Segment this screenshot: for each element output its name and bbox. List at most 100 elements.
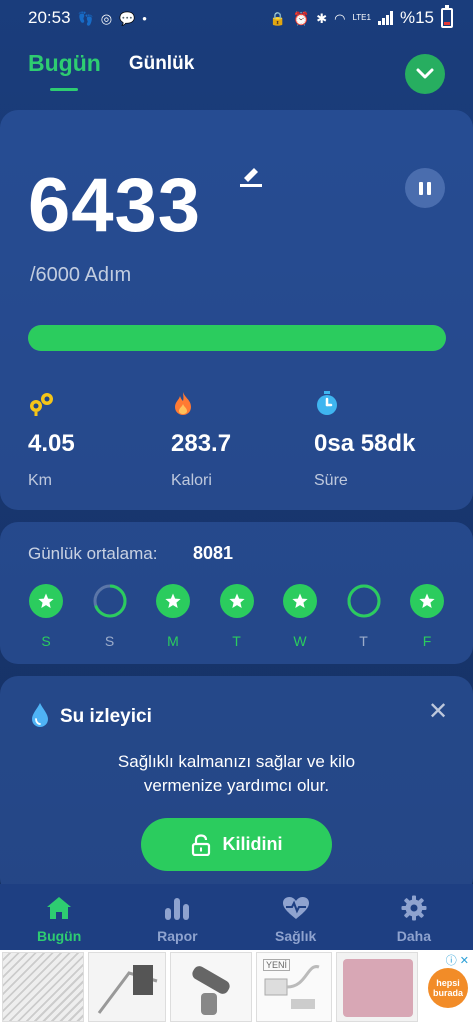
daily-average-value: 8081 [193, 543, 234, 563]
water-desc-line2: vermenize yardımcı olur. [143, 776, 330, 795]
step-progress-fill [28, 325, 446, 351]
day-label: T [232, 633, 241, 649]
distance-unit: Km [28, 472, 52, 489]
bluetooth-icon: ✱ [316, 10, 328, 26]
calorie-stat: 283.7 Kalori [171, 390, 231, 490]
tab-indicator [50, 88, 78, 91]
edit-icon[interactable] [238, 162, 264, 188]
day-indicator: W [282, 584, 318, 649]
steps-count: 6433 [28, 163, 202, 248]
day-label: S [41, 633, 51, 649]
dropdown-button[interactable] [405, 54, 445, 94]
daily-average-card[interactable]: Günlük ortalama: 8081 S S M T W T F [0, 522, 473, 664]
star-badge-icon [29, 584, 63, 618]
day-indicator: F [409, 584, 445, 649]
nav-item-report[interactable]: Rapor [132, 894, 222, 944]
alarm-status-icon: ⏰ [293, 10, 310, 26]
nav-item-health[interactable]: Sağlık [251, 894, 341, 944]
close-icon[interactable]: ✕ [428, 700, 448, 724]
day-indicator: M [155, 584, 191, 649]
network-label: LTE1 [352, 13, 371, 22]
flame-icon [175, 392, 191, 415]
laptop-stand-image [97, 965, 158, 1014]
battery-percent: %15 [399, 8, 434, 27]
tab-today[interactable]: Bugün [28, 50, 101, 91]
unlock-button[interactable]: Kilidini [141, 818, 332, 871]
duration-value: 0sa 58dk [314, 430, 416, 457]
chat-status-icon: 💬 [119, 10, 136, 26]
day-label: S [104, 633, 115, 649]
calorie-value: 283.7 [171, 430, 232, 457]
nav-item-more[interactable]: Daha [369, 894, 459, 944]
progress-ring-icon [347, 584, 380, 618]
mousepad-image [343, 959, 413, 1017]
lock-icon [191, 833, 210, 856]
duration-unit: Süre [314, 472, 348, 489]
chevron-down-icon [416, 68, 434, 79]
nav-label-report: Rapor [157, 928, 198, 944]
status-bar: 20:53 👣 ◎ 💬 • 🔒 ⏰ ✱ ◠ LTE1 %15 [0, 0, 473, 36]
star-badge-icon [156, 584, 190, 618]
distance-value: 4.05 [28, 430, 75, 457]
bottom-navigation: Bugün Rapor Sağlık Daha [0, 884, 473, 950]
stopwatch-icon [317, 391, 337, 415]
home-icon [47, 897, 72, 919]
steps-card: 6433 /6000 Adım 4.05 Km 283.7 Kalori 0sa… [0, 110, 473, 510]
water-desc-line1: Sağlıklı kalmanızı sağlar ve kilo [117, 752, 356, 771]
day-label: M [167, 633, 179, 649]
ad-product-1[interactable] [2, 952, 84, 1022]
day-label: T [359, 633, 368, 649]
dot-status-icon: • [142, 10, 147, 26]
ad-logo-line2: burada [432, 988, 463, 998]
water-tracker-card: Su izleyici ✕ Sağlıklı kalmanızı sağlar … [0, 676, 473, 896]
calorie-unit: Kalori [171, 472, 212, 489]
day-indicator: T [219, 584, 255, 649]
ad-product-3[interactable] [170, 952, 252, 1022]
advertiser-logo: hepsi burada [428, 968, 468, 1008]
sync-status-icon: ◎ [100, 10, 113, 26]
star-badge-icon [283, 584, 317, 618]
usb-adapter-image [192, 966, 230, 1015]
ad-logo-line1: hepsi [436, 978, 460, 988]
unlock-button-label: Kilidini [222, 834, 283, 854]
star-badge-icon [219, 584, 254, 618]
day-indicator: T [346, 584, 382, 649]
status-time: 20:53 [28, 8, 71, 27]
ad-product-4[interactable]: YENİ [256, 952, 332, 1022]
day-indicator: S [28, 584, 64, 649]
day-label: F [422, 633, 432, 649]
gear-icon [401, 895, 427, 921]
lock-status-icon: 🔒 [269, 10, 286, 26]
daily-average-label: Günlük ortalama: [28, 544, 158, 563]
footprints-icon [30, 393, 53, 416]
step-progress-bar [28, 325, 446, 351]
water-tracker-title: Su izleyici [60, 706, 152, 727]
nav-label-health: Sağlık [275, 928, 317, 944]
water-tracker-description: Sağlıklı kalmanızı sağlar ve kilo vermen… [0, 750, 473, 798]
footprints-status-icon: 👣 [77, 10, 94, 26]
battery-icon [441, 5, 453, 28]
tab-daily[interactable]: Günlük [129, 53, 194, 77]
wifi-icon: ◠ [334, 10, 346, 26]
nav-item-today[interactable]: Bugün [14, 894, 104, 944]
tab-today-label: Bugün [28, 50, 101, 76]
progress-ring-icon [93, 584, 126, 618]
ad-info-icon[interactable]: ⓘ ✕ [446, 952, 469, 968]
ad-product-5[interactable] [336, 952, 418, 1022]
heart-pulse-icon [282, 897, 309, 919]
signal-icon [377, 11, 393, 25]
ad-new-badge: YENİ [263, 959, 291, 971]
distance-stat: 4.05 Km [28, 390, 75, 490]
ad-banner[interactable]: YENİ ⓘ ✕ hepsi burada [0, 950, 473, 1024]
nav-label-today: Bugün [36, 928, 82, 944]
star-badge-icon [410, 584, 444, 618]
bar-chart-icon [165, 898, 190, 920]
pause-button[interactable] [405, 168, 445, 208]
step-goal: /6000 Adım [30, 264, 132, 286]
ad-product-2[interactable] [88, 952, 166, 1022]
duration-stat: 0sa 58dk Süre [314, 390, 415, 490]
nav-label-more: Daha [396, 928, 431, 944]
top-tabs: Bugün Günlük [28, 50, 194, 91]
day-indicator: S [92, 584, 128, 649]
water-drop-icon [32, 703, 48, 727]
